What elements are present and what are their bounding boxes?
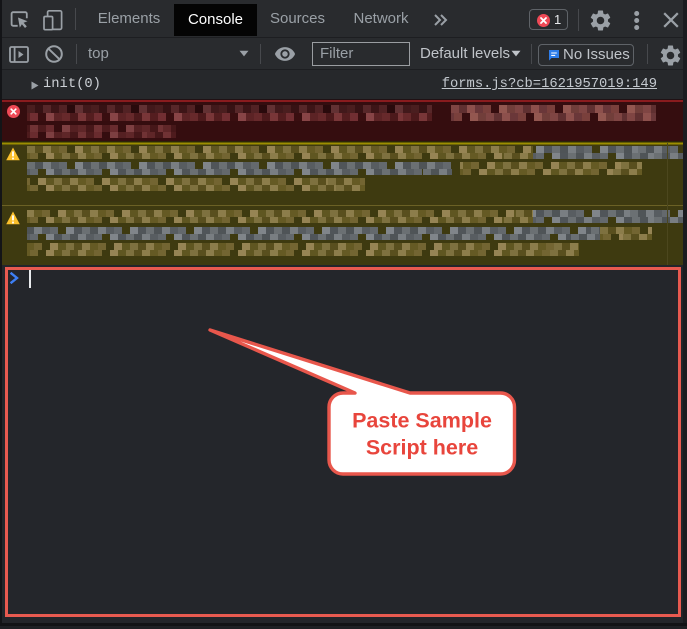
svg-text:Paste Sample: Paste Sample xyxy=(352,409,492,433)
svg-text:Script here: Script here xyxy=(366,436,478,460)
